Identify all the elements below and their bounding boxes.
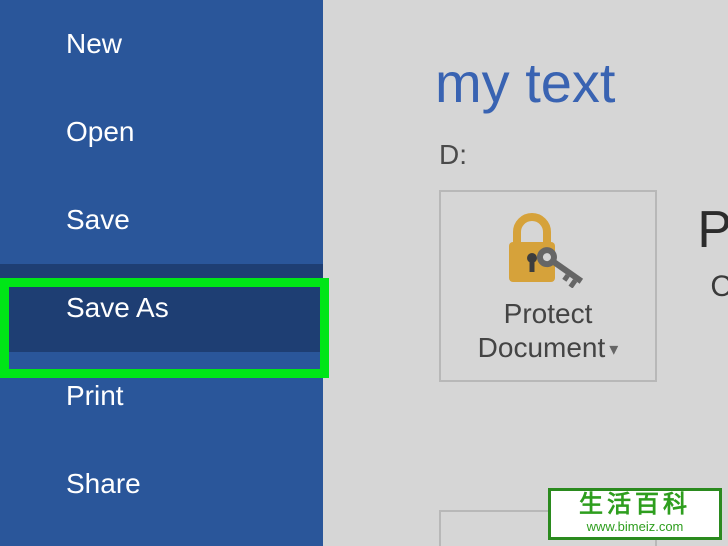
document-title: my text [323,0,728,125]
partial-text-c: C [710,270,728,304]
content-pane: my text D: Protect [323,0,728,546]
protect-label-line2: Document▾ [478,330,619,366]
sidebar-item-label: Save As [66,292,169,323]
sidebar-item-open[interactable]: Open [0,88,323,176]
protect-label-line1: Protect [504,298,593,330]
sidebar-item-save-as[interactable]: Save As [0,264,323,352]
lock-key-icon [503,210,593,288]
sidebar-item-label: Save [66,204,130,235]
protect-document-button[interactable]: Protect Document▾ [439,190,657,382]
watermark-text-cn: 生活百科 [579,493,691,517]
sidebar-item-print[interactable]: Print [0,352,323,440]
sidebar-item-new[interactable]: New [0,0,323,88]
sidebar-item-label: Share [66,468,141,499]
sidebar-item-share[interactable]: Share [0,440,323,528]
sidebar-item-label: New [66,28,122,59]
watermark-url: www.bimeiz.com [587,519,684,535]
document-location: D: [323,125,728,171]
sidebar-item-save[interactable]: Save [0,176,323,264]
sidebar-item-label: Open [66,116,135,147]
file-menu-sidebar: New Open Save Save As Print Share [0,0,323,546]
watermark-badge: 生活百科 www.bimeiz.com [548,488,722,540]
chevron-down-icon: ▾ [609,338,618,361]
partial-text-p: P [697,200,728,260]
sidebar-item-label: Print [66,380,124,411]
